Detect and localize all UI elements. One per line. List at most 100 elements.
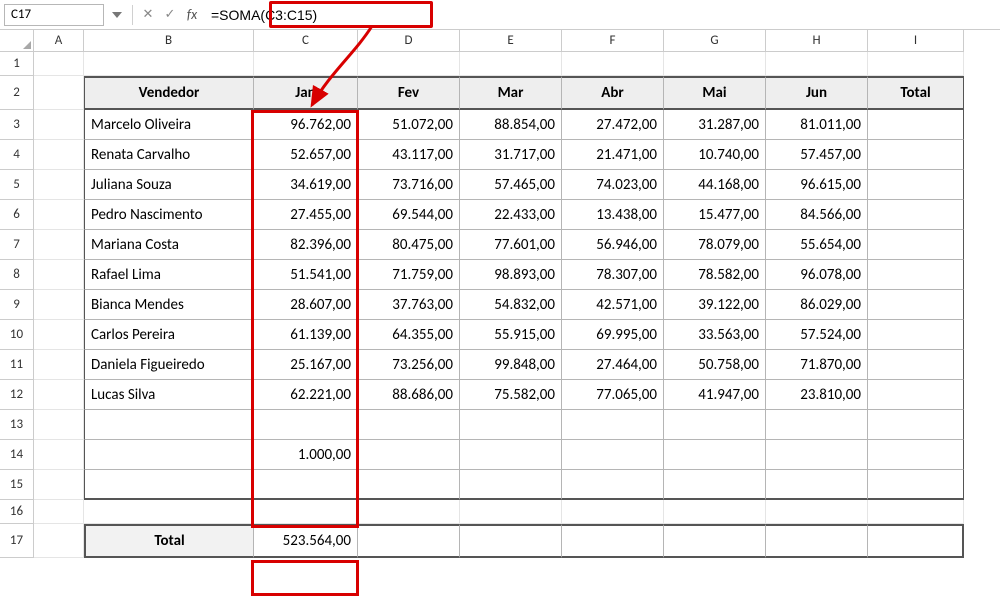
cell[interactable] (766, 440, 868, 470)
cell-vendedor[interactable]: Rafael Lima (84, 260, 254, 290)
name-box[interactable]: C17 (4, 4, 104, 26)
row-header[interactable]: 10 (0, 320, 34, 350)
cell-fev[interactable]: 73.716,00 (358, 170, 460, 200)
cell[interactable] (34, 260, 84, 290)
row-header-15[interactable]: 15 (0, 470, 34, 500)
spreadsheet-grid[interactable]: A B C D E F G H I 1 2 Vendedor Jan Fev M… (0, 30, 1000, 558)
cell[interactable] (84, 440, 254, 470)
cell-abr[interactable]: 21.471,00 (562, 140, 664, 170)
cell[interactable] (34, 380, 84, 410)
cell[interactable] (868, 410, 964, 440)
cell-mai[interactable]: 15.477,00 (664, 200, 766, 230)
col-header-G[interactable]: G (664, 30, 766, 52)
cell-jan[interactable]: 96.762,00 (254, 110, 358, 140)
cell-mar[interactable]: 57.465,00 (460, 170, 562, 200)
cell[interactable] (358, 470, 460, 500)
cell[interactable] (254, 500, 358, 524)
cell-abr[interactable]: 78.307,00 (562, 260, 664, 290)
row-header[interactable]: 9 (0, 290, 34, 320)
cell-fev[interactable]: 64.355,00 (358, 320, 460, 350)
cell-total[interactable] (868, 320, 964, 350)
cell[interactable] (34, 320, 84, 350)
cell-total[interactable] (868, 230, 964, 260)
cell[interactable] (34, 110, 84, 140)
cell[interactable] (34, 350, 84, 380)
cell[interactable] (868, 500, 964, 524)
cell-vendedor[interactable]: Daniela Figueiredo (84, 350, 254, 380)
cell[interactable] (562, 470, 664, 500)
cell-mar[interactable]: 75.582,00 (460, 380, 562, 410)
cell-jun[interactable]: 86.029,00 (766, 290, 868, 320)
cell[interactable] (460, 470, 562, 500)
row-header-14[interactable]: 14 (0, 440, 34, 470)
cell-fev[interactable]: 71.759,00 (358, 260, 460, 290)
row-header[interactable]: 7 (0, 230, 34, 260)
cell[interactable] (358, 410, 460, 440)
cell-jun[interactable]: 81.011,00 (766, 110, 868, 140)
cell-mar[interactable]: 55.915,00 (460, 320, 562, 350)
cell[interactable] (562, 410, 664, 440)
cell-jan[interactable]: 62.221,00 (254, 380, 358, 410)
cell-abr[interactable]: 13.438,00 (562, 200, 664, 230)
row-header[interactable]: 8 (0, 260, 34, 290)
cell-jan[interactable]: 34.619,00 (254, 170, 358, 200)
cell[interactable] (766, 524, 868, 558)
cell[interactable] (254, 470, 358, 500)
cell[interactable] (34, 140, 84, 170)
cell[interactable] (664, 440, 766, 470)
row-header-17[interactable]: 17 (0, 524, 34, 558)
cell-total[interactable] (868, 170, 964, 200)
cell[interactable] (34, 230, 84, 260)
cell[interactable] (34, 524, 84, 558)
cell[interactable] (664, 470, 766, 500)
cell-jan[interactable]: 28.607,00 (254, 290, 358, 320)
col-header-B[interactable]: B (84, 30, 254, 52)
cell[interactable] (254, 410, 358, 440)
cell[interactable] (562, 500, 664, 524)
cell[interactable] (664, 500, 766, 524)
cell-mai[interactable]: 41.947,00 (664, 380, 766, 410)
cell-fev[interactable]: 73.256,00 (358, 350, 460, 380)
col-header-I[interactable]: I (868, 30, 964, 52)
cell[interactable] (460, 524, 562, 558)
cell-mar[interactable]: 31.717,00 (460, 140, 562, 170)
col-header-D[interactable]: D (358, 30, 460, 52)
cell[interactable] (868, 52, 964, 76)
cell-fev[interactable]: 43.117,00 (358, 140, 460, 170)
row-header-13[interactable]: 13 (0, 410, 34, 440)
header-fev[interactable]: Fev (358, 76, 460, 110)
total-label[interactable]: Total (84, 524, 254, 558)
cell-jan[interactable]: 61.139,00 (254, 320, 358, 350)
cell[interactable] (562, 52, 664, 76)
row-header[interactable]: 4 (0, 140, 34, 170)
cell-abr[interactable]: 56.946,00 (562, 230, 664, 260)
cell-total[interactable] (868, 380, 964, 410)
cell[interactable] (358, 500, 460, 524)
cell[interactable] (84, 52, 254, 76)
header-jan[interactable]: Jan (254, 76, 358, 110)
row-header[interactable]: 3 (0, 110, 34, 140)
cell[interactable] (84, 410, 254, 440)
header-vendedor[interactable]: Vendedor (84, 76, 254, 110)
cell-vendedor[interactable]: Pedro Nascimento (84, 200, 254, 230)
cell-jan[interactable]: 25.167,00 (254, 350, 358, 380)
formula-enter-icon[interactable]: ✓ (161, 7, 179, 22)
cell[interactable] (664, 410, 766, 440)
name-box-dropdown-icon[interactable] (108, 4, 126, 26)
col-header-C[interactable]: C (254, 30, 358, 52)
header-mai[interactable]: Mai (664, 76, 766, 110)
cell[interactable] (34, 170, 84, 200)
header-total[interactable]: Total (868, 76, 964, 110)
cell-vendedor[interactable]: Juliana Souza (84, 170, 254, 200)
cell-jun[interactable]: 84.566,00 (766, 200, 868, 230)
col-header-H[interactable]: H (766, 30, 868, 52)
col-header-A[interactable]: A (34, 30, 84, 52)
cell-abr[interactable]: 27.464,00 (562, 350, 664, 380)
cell-abr[interactable]: 77.065,00 (562, 380, 664, 410)
cell-jan[interactable]: 52.657,00 (254, 140, 358, 170)
cell-abr[interactable]: 42.571,00 (562, 290, 664, 320)
cell-mar[interactable]: 22.433,00 (460, 200, 562, 230)
select-all-corner[interactable] (0, 30, 34, 52)
cell[interactable] (868, 524, 964, 558)
cell[interactable] (254, 52, 358, 76)
